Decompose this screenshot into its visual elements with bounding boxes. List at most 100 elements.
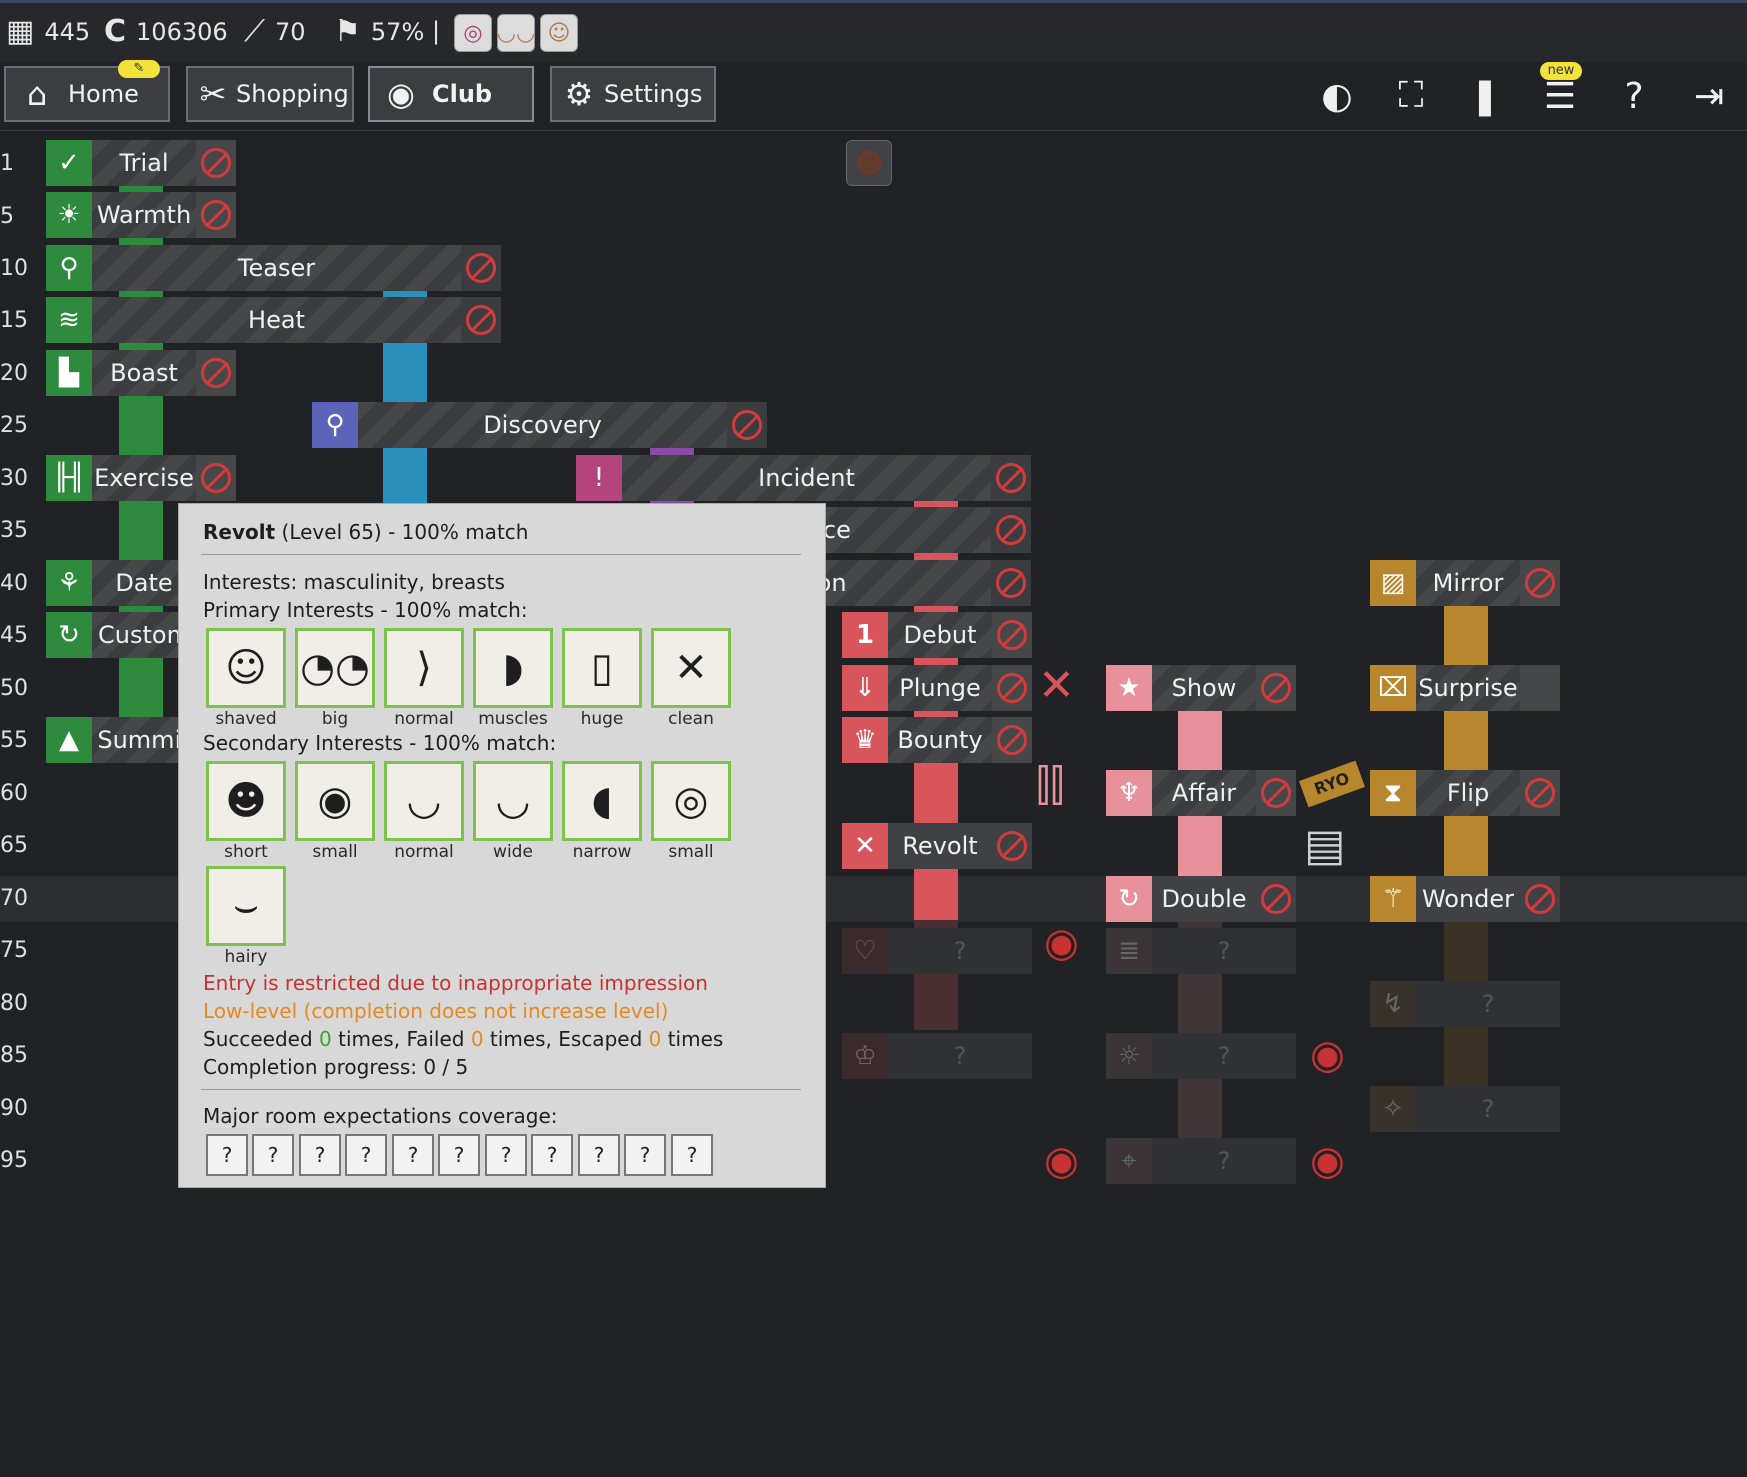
muscles-tile: ◗ <box>473 628 553 708</box>
tile-label: wide <box>493 842 533 862</box>
room-info-popup: Revolt (Level 65) - 100% match Interests… <box>178 503 826 1188</box>
club-button[interactable]: ◉ Club <box>368 66 534 122</box>
room-locked[interactable]: ☼? <box>1106 1033 1296 1079</box>
room-locked[interactable]: ♔? <box>842 1033 1032 1079</box>
shopping-button[interactable]: ✂ Shopping <box>186 66 354 122</box>
room-locked[interactable]: ↯? <box>1370 981 1560 1027</box>
room-locked[interactable]: ⌖? <box>1106 1138 1296 1184</box>
room-double[interactable]: ↻ Double <box>1106 876 1296 922</box>
room-heat[interactable]: ≋ Heat <box>46 297 501 343</box>
home-icon: ⌂ <box>26 75 48 113</box>
clean-tile: ✕ <box>651 628 731 708</box>
room-flip[interactable]: ⧗ Flip <box>1370 770 1560 816</box>
room-debut[interactable]: 1 Debut <box>842 612 1032 658</box>
row-number: 75 <box>0 938 28 963</box>
room-revolt[interactable]: ✕ Revolt <box>842 823 1032 869</box>
room-incident[interactable]: ! Incident <box>576 455 1031 501</box>
settings-button[interactable]: ⚙ Settings <box>550 66 716 122</box>
mountain-icon: ▲ <box>46 717 92 763</box>
row-number: 25 <box>0 413 28 438</box>
new-badge: new <box>1540 62 1582 80</box>
primary-interests-header: Primary Interests - 100% match: <box>203 598 528 622</box>
help-icon[interactable]: ? <box>1612 74 1656 118</box>
star-icon: ★ <box>1106 665 1152 711</box>
room-plunge[interactable]: ⇓ Plunge <box>842 665 1032 711</box>
row-number: 55 <box>0 728 28 753</box>
room-show[interactable]: ★ Show <box>1106 665 1296 711</box>
breasts-avatar-icon[interactable]: ◡◡ <box>497 14 535 52</box>
room-locked[interactable]: ≣? <box>1106 928 1296 974</box>
money-value: 106306 <box>136 18 228 46</box>
layers-icon: ≣ <box>1106 928 1152 974</box>
room-surprise[interactable]: ⌧ Surprise <box>1370 665 1560 711</box>
refresh-icon: ↻ <box>46 612 92 658</box>
row-number: 40 <box>0 571 28 596</box>
coverage-slot: ? <box>438 1134 480 1176</box>
no-entry-icon <box>996 463 1026 493</box>
room-warmth[interactable]: ☀ Warmth <box>46 192 236 238</box>
room-trial[interactable]: ✓ Trial <box>46 140 236 186</box>
wide-jaw-tile: ◡ <box>473 761 553 841</box>
club-icon: ◉ <box>387 75 415 113</box>
row-number: 35 <box>0 518 28 543</box>
coverage-slot: ? <box>624 1134 666 1176</box>
coverage-header: Major room expectations coverage: <box>203 1104 558 1128</box>
checkered-flag-icon: ⚑ <box>334 14 361 49</box>
calendar-icon: ▦ <box>6 14 35 49</box>
magnifier-icon: ⚲ <box>312 402 358 448</box>
no-entry-icon <box>1261 884 1291 914</box>
mirror-icon: ▨ <box>1370 560 1416 606</box>
bookmark-icon[interactable]: ❚ <box>1463 74 1507 118</box>
stairs-icon: ⟋ <box>244 14 265 49</box>
heat-waves-icon: ≋ <box>46 297 92 343</box>
tile-label: small <box>312 842 358 862</box>
fullscreen-icon[interactable]: ⛶ <box>1389 74 1433 118</box>
row-number: 15 <box>0 308 28 333</box>
small-nipples-tile: ◎ <box>651 761 731 841</box>
level-value: 70 <box>275 18 306 46</box>
cosmetics-icon: ⫿⫿ <box>1036 760 1065 811</box>
face-avatar-icon[interactable]: ☺ <box>540 14 578 52</box>
popup-title: Revolt (Level 65) - 100% match <box>203 520 529 544</box>
interests-text: Interests: masculinity, breasts <box>203 570 505 594</box>
room-affair[interactable]: ♆ Affair <box>1106 770 1296 816</box>
coverage-slot: ? <box>252 1134 294 1176</box>
room-locked[interactable]: ♡? <box>842 928 1032 974</box>
row-number: 45 <box>0 623 28 648</box>
coverage-slot: ? <box>485 1134 527 1176</box>
narrow-hips-tile: ◖ <box>562 761 642 841</box>
stopwatch-stat-icon: ◉ <box>1044 1138 1079 1184</box>
room-mirror[interactable]: ▨ Mirror <box>1370 560 1560 606</box>
no-entry-icon <box>1525 568 1555 598</box>
no-entry-icon <box>201 463 231 493</box>
number-one-icon: 1 <box>842 612 888 658</box>
room-teaser[interactable]: ⚲ Teaser <box>46 245 501 291</box>
huge-tile: ▯ <box>562 628 642 708</box>
target-icon: ⌖ <box>1106 1138 1152 1184</box>
small-eyes-tile: ◉ <box>295 761 375 841</box>
rings-avatar-icon[interactable]: ◎ <box>454 14 492 52</box>
row-number: 85 <box>0 1043 28 1068</box>
room-locked[interactable]: ✧? <box>1370 1086 1560 1132</box>
row-number: 5 <box>0 204 14 229</box>
coverage-slot: ? <box>671 1134 713 1176</box>
client-avatar-icon[interactable]: ☻ <box>846 140 892 186</box>
big-breasts-tile: ◔◔ <box>295 628 375 708</box>
room-exercise[interactable]: ╟╢ Exercise <box>46 455 236 501</box>
results-text: Succeeded 0 times, Failed 0 times, Escap… <box>203 1027 724 1051</box>
coverage-slot: ? <box>299 1134 341 1176</box>
no-entry-icon <box>201 148 231 178</box>
cycle-icon: ↻ <box>1106 876 1152 922</box>
logout-icon[interactable]: ⇥ <box>1687 74 1731 118</box>
contrast-icon[interactable]: ◐ <box>1315 74 1359 118</box>
room-wonder[interactable]: ⚚ Wonder <box>1370 876 1560 922</box>
room-bounty[interactable]: ♛ Bounty <box>842 717 1032 763</box>
room-discovery[interactable]: ⚲ Discovery <box>312 402 767 448</box>
divider <box>0 130 1747 131</box>
room-boast[interactable]: ▙ Boast <box>46 350 236 396</box>
days-stat: ▦ 445 <box>6 17 90 47</box>
sun-icon: ☀ <box>46 192 92 238</box>
gift-icon: ⌧ <box>1370 665 1416 711</box>
low-level-message: Low-level (completion does not increase … <box>203 999 669 1023</box>
chat-icon[interactable]: ☰ <box>1538 74 1582 118</box>
